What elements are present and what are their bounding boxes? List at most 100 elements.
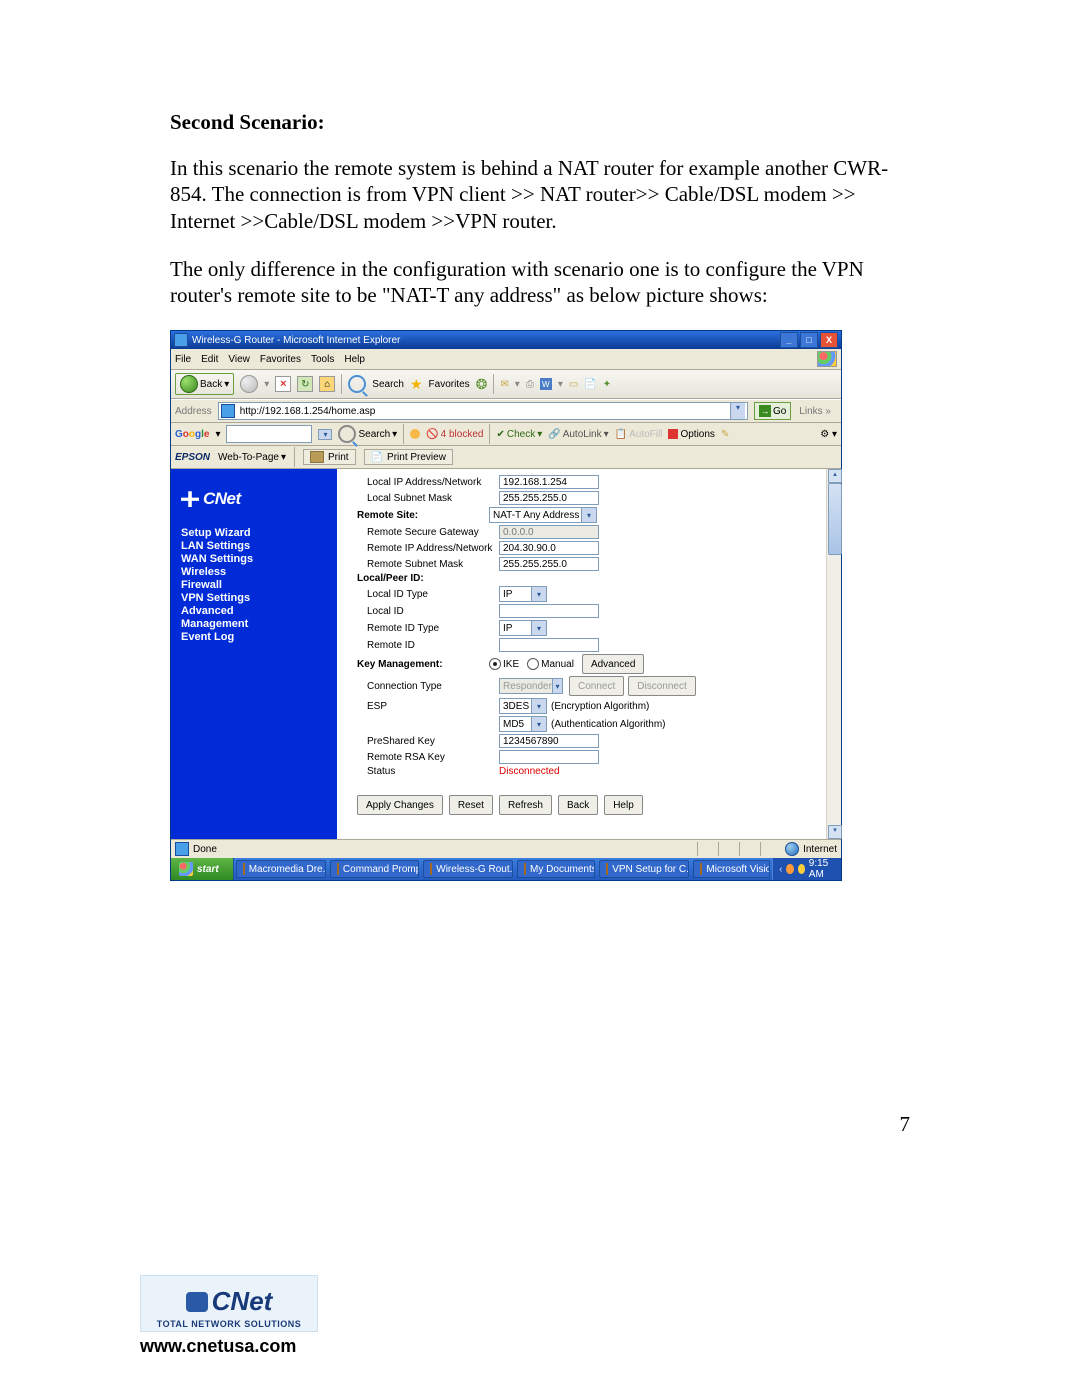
popup-blocker[interactable]: 🚫 4 blocked	[426, 429, 483, 440]
messenger-icon[interactable]: ✦	[603, 379, 611, 390]
go-button[interactable]: → Go	[754, 402, 791, 420]
esp-label: ESP	[357, 701, 499, 712]
close-button[interactable]: X	[820, 332, 838, 348]
remote-mask-field[interactable]	[499, 557, 599, 571]
taskbar-item[interactable]: Command Prompt	[330, 860, 419, 878]
history-icon[interactable]: ❂	[476, 376, 488, 393]
chevron-down-icon[interactable]: ▾	[558, 379, 563, 390]
menu-favorites[interactable]: Favorites	[260, 354, 301, 365]
local-id-type-select[interactable]: IP▾	[499, 586, 547, 602]
highlight-icon[interactable]: ✎	[721, 429, 729, 440]
discuss-icon[interactable]: ▭	[569, 379, 578, 390]
menu-file[interactable]: File	[175, 354, 191, 365]
apply-changes-button[interactable]: Apply Changes	[357, 795, 443, 815]
local-id-field[interactable]	[499, 604, 599, 618]
sidebar-advanced[interactable]: Advanced	[181, 605, 327, 617]
mail-icon[interactable]: ✉	[500, 379, 508, 390]
forward-button[interactable]	[240, 375, 258, 393]
sidebar-vpn-settings[interactable]: VPN Settings	[181, 592, 327, 604]
esp-auth-select[interactable]: MD5▾	[499, 716, 547, 732]
remote-id-field[interactable]	[499, 638, 599, 652]
tray-icon[interactable]	[786, 864, 793, 874]
go-label: Go	[773, 406, 786, 417]
google-toolbar: Google ▾ ▾ Search ▾ 🚫 4 blocked ✔ Check …	[171, 423, 841, 446]
menu-edit[interactable]: Edit	[201, 354, 218, 365]
remote-ip-field[interactable]	[499, 541, 599, 555]
local-ip-field[interactable]	[499, 475, 599, 489]
remote-id-type-select[interactable]: IP▾	[499, 620, 547, 636]
research-icon[interactable]: 📄	[584, 379, 596, 390]
search-button[interactable]: Search	[372, 379, 404, 390]
google-search-dropdown[interactable]: ▾	[318, 429, 332, 440]
sidebar-management[interactable]: Management	[181, 618, 327, 630]
web-to-page-menu[interactable]: Web-To-Page ▾	[218, 452, 286, 463]
favorites-button[interactable]: Favorites	[429, 379, 470, 390]
remote-gw-field	[499, 525, 599, 539]
stop-button[interactable]: ×	[275, 376, 291, 392]
sidebar-wan-settings[interactable]: WAN Settings	[181, 553, 327, 565]
edit-icon[interactable]: W	[540, 378, 552, 390]
tray-chevron-icon[interactable]: ‹	[779, 864, 782, 875]
advanced-button[interactable]: Advanced	[582, 654, 644, 674]
minimize-button[interactable]: _	[780, 332, 798, 348]
ie-icon	[174, 333, 188, 347]
news-icon[interactable]	[410, 429, 420, 439]
address-input-wrapper[interactable]: ▾	[218, 402, 748, 420]
start-button[interactable]: start	[171, 858, 234, 880]
print-icon[interactable]: ⎙	[526, 379, 534, 390]
scroll-up-button[interactable]: ▴	[828, 469, 842, 483]
taskbar-item[interactable]: Microsoft Visio	[693, 860, 770, 878]
chevron-down-icon[interactable]: ▾	[515, 379, 520, 390]
chevron-down-icon[interactable]: ▾	[215, 429, 220, 440]
google-search-input[interactable]	[226, 425, 312, 443]
ike-radio[interactable]: IKE	[489, 658, 519, 670]
scroll-thumb[interactable]	[828, 483, 842, 555]
autofill-button[interactable]: 📋 AutoFill	[615, 429, 663, 440]
refresh-button[interactable]: Refresh	[499, 795, 552, 815]
help-button[interactable]: Help	[604, 795, 643, 815]
manual-radio[interactable]: Manual	[527, 658, 574, 670]
system-tray[interactable]: ‹ 9:15 AM	[772, 858, 841, 880]
esp-enc-select[interactable]: 3DES▾	[499, 698, 547, 714]
local-mask-field[interactable]	[499, 491, 599, 505]
sidebar-lan-settings[interactable]: LAN Settings	[181, 540, 327, 552]
logo-icon	[186, 1292, 208, 1312]
google-search-button[interactable]: Search ▾	[338, 425, 397, 443]
remote-site-select[interactable]: NAT-T Any Address▾	[489, 507, 597, 523]
scroll-down-button[interactable]: ▾	[828, 825, 842, 839]
back-button[interactable]: Back	[558, 795, 598, 815]
sidebar-wireless[interactable]: Wireless	[181, 566, 327, 578]
psk-field[interactable]	[499, 734, 599, 748]
address-field[interactable]	[238, 405, 727, 418]
toolbar-settings-icon[interactable]: ⚙ ▾	[820, 429, 837, 440]
spellcheck-button[interactable]: ✔ Check ▾	[496, 429, 542, 440]
options-button[interactable]: Options	[668, 429, 714, 440]
menu-tools[interactable]: Tools	[311, 354, 334, 365]
rsa-field[interactable]	[499, 750, 599, 764]
refresh-button[interactable]: ↻	[297, 376, 313, 392]
autolink-button[interactable]: 🔗 AutoLink ▾	[548, 429, 608, 440]
chevron-down-icon[interactable]: ▾	[264, 379, 269, 390]
links-label[interactable]: Links »	[797, 406, 837, 417]
back-button[interactable]: Back ▾	[175, 373, 234, 395]
taskbar-item[interactable]: My Documents	[517, 860, 595, 878]
menu-view[interactable]: View	[228, 354, 250, 365]
print-button[interactable]: Print	[303, 449, 356, 465]
app-icon	[430, 863, 432, 875]
sidebar-event-log[interactable]: Event Log	[181, 631, 327, 643]
scrollbar[interactable]: ▴ ▾	[826, 469, 841, 839]
menu-help[interactable]: Help	[344, 354, 365, 365]
address-dropdown[interactable]: ▾	[730, 403, 745, 419]
clock[interactable]: 9:15 AM	[809, 858, 835, 880]
home-button[interactable]: ⌂	[319, 376, 335, 392]
google-logo[interactable]: Google	[175, 429, 209, 440]
maximize-button[interactable]: □	[800, 332, 818, 348]
print-preview-button[interactable]: 📄Print Preview	[364, 449, 453, 465]
taskbar-item[interactable]: Wireless-G Rout...	[423, 860, 513, 878]
taskbar-item[interactable]: Macromedia Dre...	[236, 860, 326, 878]
tray-icon[interactable]	[798, 864, 805, 874]
sidebar-setup-wizard[interactable]: Setup Wizard	[181, 527, 327, 539]
reset-button[interactable]: Reset	[449, 795, 493, 815]
taskbar-item[interactable]: VPN Setup for C...	[599, 860, 689, 878]
sidebar-firewall[interactable]: Firewall	[181, 579, 327, 591]
